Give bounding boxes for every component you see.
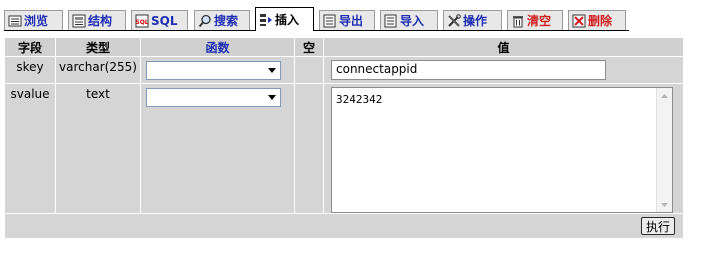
tab-label: 删除 xyxy=(588,14,613,28)
import-icon xyxy=(384,14,398,28)
dropdown-arrow-icon xyxy=(265,65,278,76)
scroll-up-icon[interactable] xyxy=(657,88,672,103)
structure-icon xyxy=(72,14,86,28)
tab-search[interactable]: 搜索 xyxy=(194,10,250,30)
sql-icon: SQL xyxy=(135,14,149,28)
tab-export[interactable]: 导出 xyxy=(319,10,375,30)
header-field: 字段 xyxy=(5,38,55,56)
tab-label: 清空 xyxy=(527,14,552,28)
header-type: 类型 xyxy=(56,38,140,56)
field-type: text xyxy=(86,87,110,101)
tab-label: 操作 xyxy=(463,14,488,28)
tab-bar: 浏览 结构 SQL SQL 搜索 插入 导出 导入 操作 清空 删除 xyxy=(0,0,709,34)
tab-import[interactable]: 导入 xyxy=(380,10,438,30)
field-name: skey xyxy=(16,60,44,74)
table-row: svalue text 3242342 xyxy=(5,84,683,213)
tab-label: 导出 xyxy=(339,14,364,28)
tab-sql[interactable]: SQL SQL xyxy=(131,10,188,30)
tab-label: 导入 xyxy=(400,14,425,28)
header-null: 空 xyxy=(295,38,323,56)
tab-label: 搜索 xyxy=(214,14,239,28)
table-row: skey varchar(255) connectappid xyxy=(5,57,683,83)
null-cell xyxy=(295,84,323,213)
insert-form-table: 字段 类型 函数 空 值 skey varchar(255) connectap… xyxy=(4,37,684,239)
value-input[interactable]: connectappid xyxy=(331,60,606,80)
form-footer: 执行 xyxy=(5,214,683,238)
tab-browse[interactable]: 浏览 xyxy=(4,10,63,30)
header-function[interactable]: 函数 xyxy=(141,38,294,56)
browse-icon xyxy=(8,14,22,28)
operations-icon xyxy=(447,13,461,28)
tab-empty[interactable]: 清空 xyxy=(507,10,563,30)
textarea-scrollbar[interactable] xyxy=(656,88,672,212)
drop-icon xyxy=(572,14,586,28)
scroll-down-icon[interactable] xyxy=(657,197,672,212)
field-name: svalue xyxy=(10,87,50,101)
empty-icon xyxy=(511,14,525,28)
null-cell xyxy=(295,57,323,83)
tab-label: 结构 xyxy=(88,14,113,28)
tab-label: 浏览 xyxy=(24,14,49,28)
function-select[interactable] xyxy=(146,61,281,80)
header-value: 值 xyxy=(324,38,683,56)
tab-operations[interactable]: 操作 xyxy=(443,10,502,30)
tab-insert[interactable]: 插入 xyxy=(255,7,314,31)
svg-text:SQL: SQL xyxy=(135,19,148,26)
execute-button[interactable]: 执行 xyxy=(640,217,675,235)
insert-icon xyxy=(259,13,273,27)
tab-label: SQL xyxy=(151,13,178,28)
function-select[interactable] xyxy=(146,88,281,107)
field-type: varchar(255) xyxy=(59,60,137,74)
dropdown-arrow-icon xyxy=(265,92,278,103)
export-icon xyxy=(323,14,337,28)
search-icon xyxy=(198,14,212,28)
tab-structure[interactable]: 结构 xyxy=(68,10,126,30)
tab-label: 插入 xyxy=(275,13,300,27)
tab-underline xyxy=(4,30,629,31)
textarea-content: 3242342 xyxy=(336,93,383,106)
tab-drop[interactable]: 删除 xyxy=(568,10,626,30)
value-textarea[interactable]: 3242342 xyxy=(331,87,673,213)
